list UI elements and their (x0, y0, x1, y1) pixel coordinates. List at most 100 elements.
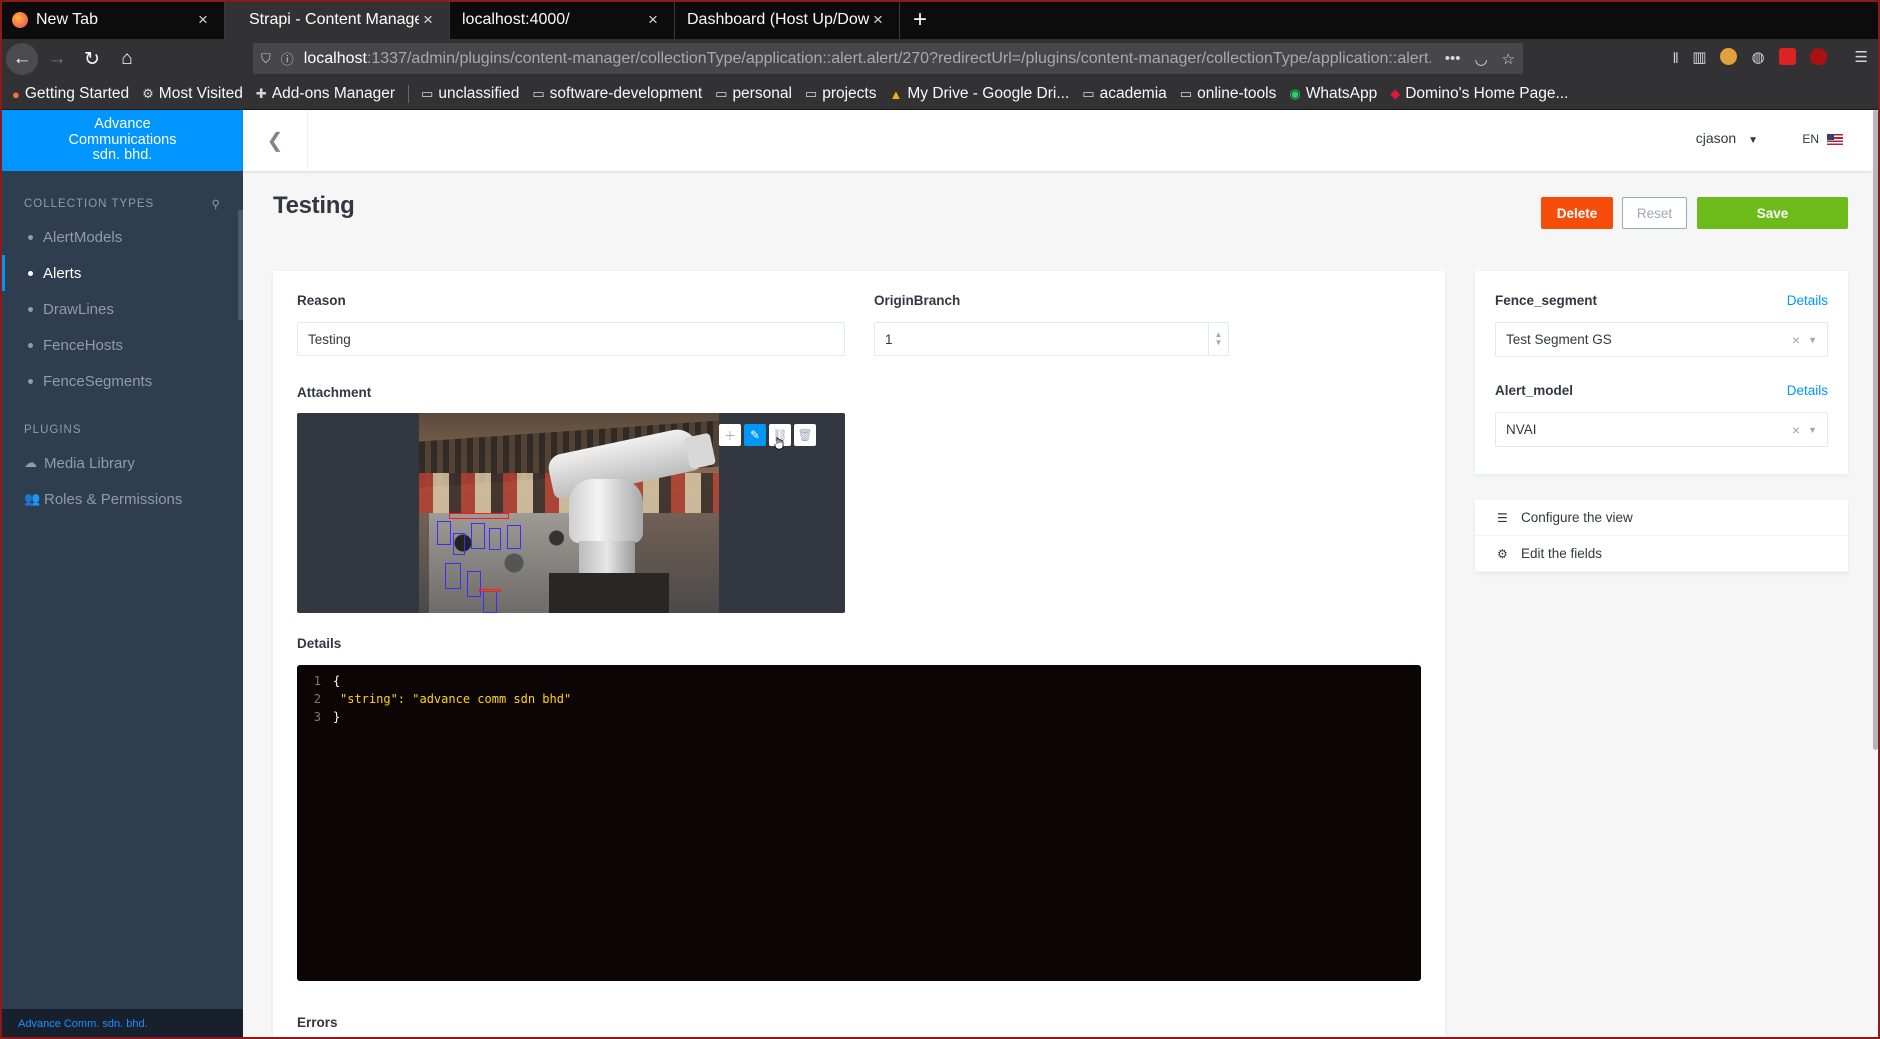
info-icon[interactable]: ⓘ (281, 49, 294, 68)
bookmark-item[interactable]: ▭ projects (805, 85, 877, 103)
chevron-down-icon: ▼ (1214, 338, 1223, 347)
edit-form-card: Reason Testing OriginBranch 1 ▲ ▼ Attachm… (273, 271, 1445, 1039)
tab-title: Dashboard (Host Up/Down) (687, 10, 869, 28)
browser-tab-active[interactable]: Strapi - Content Manager × (225, 0, 450, 39)
bookmark-separator (408, 85, 410, 103)
browser-tab[interactable]: Dashboard (Host Up/Down) × (675, 0, 900, 39)
sidebar-item-alerts[interactable]: Alerts (2, 255, 243, 291)
edit-pencil-icon[interactable]: ✎ (744, 424, 766, 446)
bullet-icon (28, 378, 33, 384)
firefox-icon (12, 11, 28, 28)
forward-button[interactable]: → (41, 43, 73, 75)
close-icon[interactable]: × (644, 10, 662, 30)
language-switcher[interactable]: EN (1802, 132, 1843, 146)
code-text: "string": "advance comm sdn bhd" (340, 692, 572, 706)
browser-tab[interactable]: localhost:4000/ × (450, 0, 675, 39)
shield-icon: ⛉ (261, 50, 271, 66)
trash-icon[interactable]: 🗑 (794, 424, 816, 446)
address-bar[interactable]: ⛉ ⓘ localhost:1337/admin/plugins/content… (253, 43, 1523, 74)
sidebar-item-drawlines[interactable]: DrawLines (2, 291, 243, 327)
bullet-icon (28, 342, 33, 348)
number-stepper[interactable]: ▲ ▼ (1208, 323, 1228, 355)
brand-logo[interactable]: Advance Communications sdn. bhd. (2, 110, 243, 171)
arrow-left-icon: ← (12, 48, 32, 69)
pocket-icon[interactable]: ◡ (1474, 50, 1487, 68)
bookmark-label: My Drive - Google Dri... (907, 85, 1070, 102)
url-text[interactable]: localhost:1337/admin/plugins/content-man… (304, 50, 1431, 68)
close-icon[interactable]: × (419, 10, 437, 30)
back-button[interactable]: ❮ (243, 110, 308, 171)
clear-icon[interactable]: × (1792, 422, 1800, 438)
configure-view-link[interactable]: ☰ Configure the view (1475, 500, 1848, 536)
sidebar-icon[interactable]: ▥ (1692, 48, 1706, 73)
extension-icon[interactable] (1720, 48, 1738, 65)
origin-branch-input[interactable]: 1 ▲ ▼ (874, 322, 1229, 356)
sidebar-item-media-library[interactable]: ☁ Media Library (2, 445, 243, 481)
caret-down-icon[interactable]: ▼ (1808, 425, 1817, 435)
more-icon[interactable]: ••• (1445, 50, 1461, 67)
bookmark-item[interactable]: ▭ online-tools (1180, 85, 1277, 103)
reset-button[interactable]: Reset (1622, 197, 1687, 229)
alert-model-select[interactable]: NVAI × ▼ (1495, 412, 1828, 447)
bookmark-label: online-tools (1197, 85, 1277, 102)
reason-input[interactable]: Testing (297, 322, 845, 356)
menu-icon[interactable]: ☰ (1855, 48, 1868, 73)
sidebar-item-alertmodels[interactable]: AlertModels (2, 219, 243, 255)
save-button[interactable]: Save (1697, 197, 1848, 229)
attachment-preview[interactable]: ＋ ✎ ⛓ 🗑 (297, 413, 845, 613)
ublock-icon[interactable] (1809, 48, 1827, 65)
fence-segment-details-link[interactable]: Details (1787, 293, 1828, 308)
bookmark-item[interactable]: ◉ WhatsApp (1289, 85, 1377, 103)
chevron-left-icon: ❮ (266, 130, 284, 152)
edit-fields-link[interactable]: ⚙ Edit the fields (1475, 536, 1848, 572)
bookmark-item[interactable]: ▭ unclassified (421, 85, 519, 103)
user-menu[interactable]: cjason ▼ (1696, 130, 1758, 146)
folder-icon: ▭ (1179, 86, 1193, 101)
bookmark-star-icon[interactable]: ☆ (1502, 50, 1515, 68)
bookmark-item[interactable]: ▭ personal (715, 85, 792, 103)
bookmark-item[interactable]: ◆ Domino's Home Page... (1390, 85, 1568, 103)
details-label: Details (297, 636, 342, 651)
back-button[interactable]: ← (6, 43, 38, 75)
attachment-image (419, 413, 719, 613)
caret-down-icon[interactable]: ▼ (1808, 335, 1817, 345)
bookmark-label: Most Visited (158, 85, 243, 102)
add-icon[interactable]: ＋ (719, 424, 741, 446)
origin-branch-label: OriginBranch (874, 293, 961, 308)
section-title: Plugins (24, 424, 82, 436)
globe-icon[interactable]: ◍ (1751, 48, 1764, 73)
bookmark-item[interactable]: ✚ Add-ons Manager (256, 85, 395, 103)
sidebar-item-roles-permissions[interactable]: 👥 Roles & Permissions (2, 481, 243, 517)
bookmark-item[interactable]: ▭ software-development (532, 85, 702, 103)
detection-box (453, 533, 465, 555)
bookmark-item[interactable]: ▭ academia (1082, 85, 1167, 103)
new-tab-button[interactable]: + (900, 0, 940, 39)
json-editor[interactable]: 1 { 2 "string": "advance comm sdn bhd" 3… (297, 665, 1421, 981)
fence-segment-select[interactable]: Test Segment GS × ▼ (1495, 322, 1828, 357)
reload-button[interactable]: ↻ (76, 43, 108, 75)
adblock-icon[interactable] (1778, 48, 1796, 65)
line-number: 1 (313, 674, 321, 688)
browser-tab[interactable]: New Tab × (0, 0, 225, 39)
library-icon[interactable]: 𝍪 (1673, 48, 1678, 73)
browser-nav-bar: ← → ↻ ⌂ ⛉ ⓘ localhost:1337/admin/plugins… (0, 39, 1880, 79)
search-icon[interactable]: ⚲ (212, 197, 221, 211)
cloud-icon: ☁ (24, 455, 37, 470)
alert-model-details-link[interactable]: Details (1787, 383, 1828, 398)
delete-button[interactable]: Delete (1541, 197, 1613, 229)
bookmark-item[interactable]: ● Getting Started (12, 85, 129, 103)
home-button[interactable]: ⌂ (111, 43, 143, 75)
sidebar-item-fencehosts[interactable]: FenceHosts (2, 327, 243, 363)
clear-icon[interactable]: × (1792, 332, 1800, 348)
sidebar-scrollbar[interactable] (238, 210, 243, 320)
sidebar-item-fencesegments[interactable]: FenceSegments (2, 363, 243, 399)
close-icon[interactable]: × (194, 10, 212, 30)
close-icon[interactable]: × (869, 10, 887, 30)
bookmark-item[interactable]: ▲ My Drive - Google Dri... (889, 85, 1069, 103)
bookmarks-bar: ● Getting Started ⚙ Most Visited ✚ Add-ons Ma… (0, 79, 1880, 110)
bookmark-item[interactable]: ⚙ Most Visited (142, 85, 243, 103)
detection-box (483, 591, 497, 613)
page-scrollbar[interactable] (1873, 110, 1878, 750)
tab-title: Strapi - Content Manager (249, 10, 419, 28)
whatsapp-icon: ◉ (1289, 86, 1301, 101)
